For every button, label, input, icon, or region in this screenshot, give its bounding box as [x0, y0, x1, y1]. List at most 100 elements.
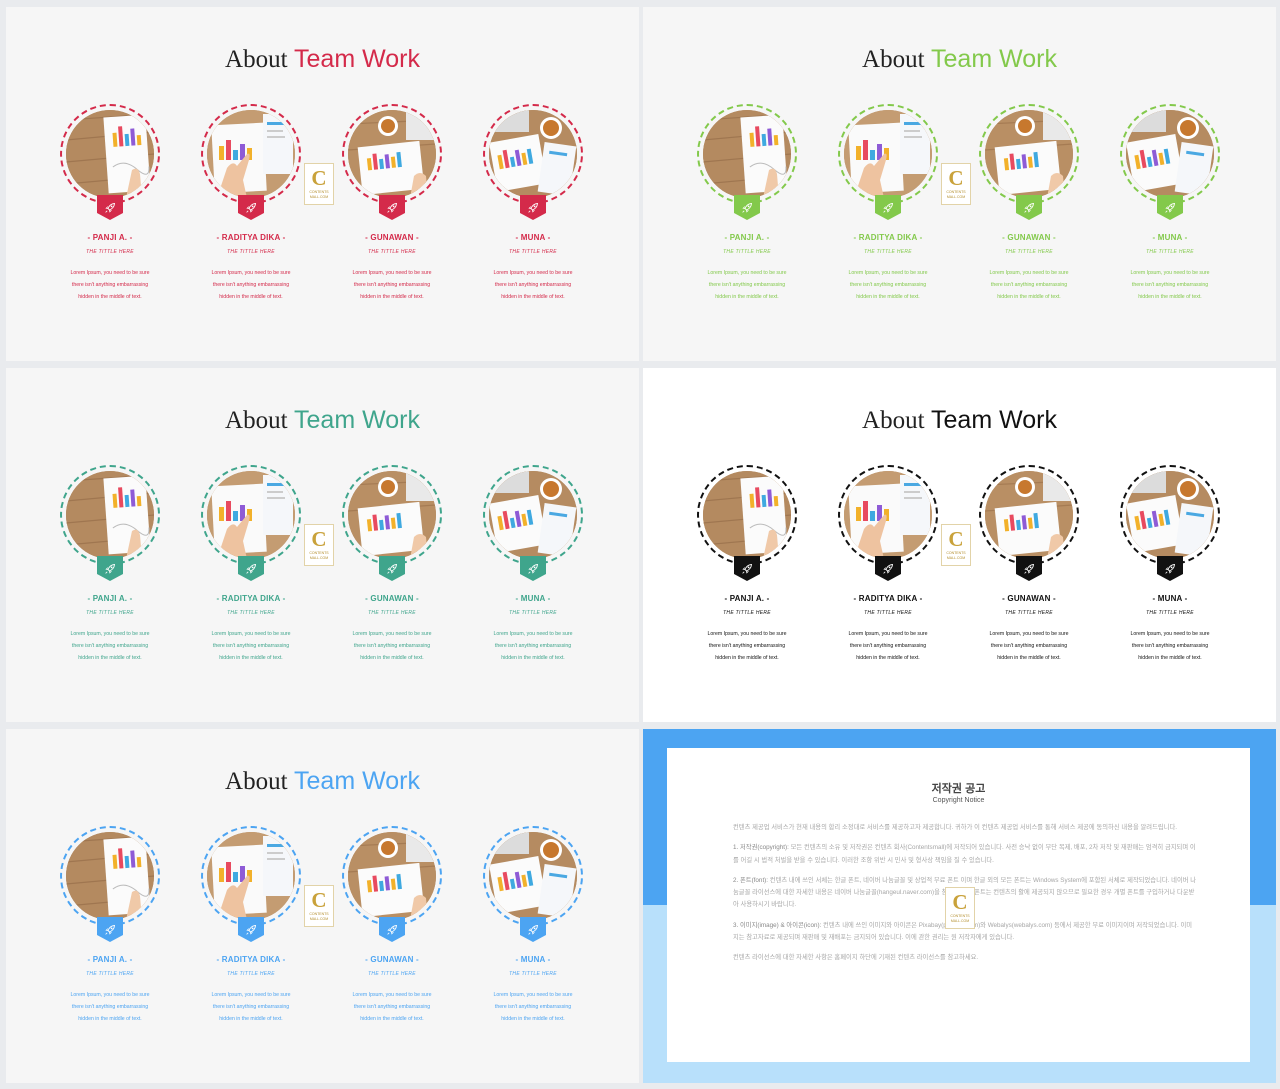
member-description: Lorem Ipsum, you need to be sure there is… [194, 628, 308, 664]
member-photo [703, 110, 791, 198]
title-about: About [862, 407, 925, 434]
desc-line: Lorem Ipsum, you need to be sure [352, 270, 432, 276]
member-name: - PANJI A. - [87, 594, 133, 603]
notice-item: 1. 저작권(copyright): 모든 컨텐츠의 소유 및 저작권은 컨텐츠… [733, 844, 1196, 864]
desc-line: there isn't anything embarrassing [212, 282, 290, 288]
member-role: THE TITTLE HERE [1146, 249, 1194, 255]
desc-line: Lorem Ipsum, you need to be sure [352, 992, 432, 998]
rocket-icon [379, 195, 405, 220]
member-name: - MUNA - [1152, 594, 1188, 603]
team-member-card: - RADITYA DIKA - THE TITTLE HERE Lorem Ips… [196, 104, 306, 314]
member-name: - MUNA - [515, 955, 551, 964]
desc-line: there isn't anything embarrassing [849, 282, 927, 288]
member-photo [66, 471, 154, 559]
desc-line: there isn't anything embarrassing [494, 1004, 572, 1010]
title-team-work: Team Work [931, 406, 1057, 434]
team-member-card: - GUNAWAN - THE TITTLE HERE Lorem Ipsum, y… [337, 465, 447, 675]
desc-line: Lorem Ipsum, you need to be sure [1130, 270, 1210, 276]
desc-line: there isn't anything embarrassing [990, 643, 1068, 649]
desc-line: Lorem Ipsum, you need to be sure [989, 270, 1069, 276]
desc-line: there isn't anything embarrassing [353, 1004, 431, 1010]
member-name: - GUNAWAN - [365, 233, 419, 242]
team-member-card: - PANJI A. - THE TITTLE HERE Lorem Ipsum, … [692, 104, 802, 314]
member-photo [703, 471, 791, 559]
desc-line: Lorem Ipsum, you need to be sure [211, 992, 291, 998]
member-role: THE TITTLE HERE [1005, 610, 1053, 616]
member-description: Lorem Ipsum, you need to be sure there is… [335, 989, 449, 1025]
member-description: Lorem Ipsum, you need to be sure there is… [53, 267, 167, 303]
desc-line: Lorem Ipsum, you need to be sure [493, 992, 573, 998]
desc-line: hidden in the middle of text. [715, 294, 779, 300]
member-role: THE TITTLE HERE [1005, 249, 1053, 255]
copyright-notice-slide[interactable]: 저작권 공고 Copyright Notice 컨텐츠 제공업 서비스가 현재 내용… [643, 729, 1276, 1083]
desc-line: hidden in the middle of text. [856, 655, 920, 661]
member-role: THE TITTLE HERE [227, 610, 275, 616]
desc-line: hidden in the middle of text. [1138, 655, 1202, 661]
desc-line: hidden in the middle of text. [1138, 294, 1202, 300]
member-description: Lorem Ipsum, you need to be sure there is… [972, 628, 1086, 664]
contents-logo: C CONTENTS MALL.COM [941, 524, 971, 566]
team-member-card: - MUNA - THE TITTLE HERE Lorem Ipsum, you … [1115, 104, 1225, 314]
team-member-card: - GUNAWAN - THE TITTLE HERE Lorem Ipsum, y… [974, 465, 1084, 675]
desc-line: hidden in the middle of text. [997, 294, 1061, 300]
member-photo [207, 110, 295, 198]
member-description: Lorem Ipsum, you need to be sure there is… [53, 989, 167, 1025]
rocket-icon [97, 195, 123, 220]
member-role: THE TITTLE HERE [86, 610, 134, 616]
rocket-icon [875, 195, 901, 220]
desc-line: Lorem Ipsum, you need to be sure [848, 631, 928, 637]
member-role: THE TITTLE HERE [864, 610, 912, 616]
member-role: THE TITTLE HERE [509, 971, 557, 977]
team-slide-2[interactable]: About Team Work - PANJI A. - THE TITTLE HE… [643, 7, 1276, 361]
member-description: Lorem Ipsum, you need to be sure there is… [194, 989, 308, 1025]
desc-line: hidden in the middle of text. [360, 655, 424, 661]
member-name: - RADITYA DIKA - [216, 955, 286, 964]
member-name: - PANJI A. - [724, 594, 770, 603]
desc-line: Lorem Ipsum, you need to be sure [707, 270, 787, 276]
member-role: THE TITTLE HERE [86, 971, 134, 977]
member-role: THE TITTLE HERE [368, 610, 416, 616]
desc-line: hidden in the middle of text. [715, 655, 779, 661]
member-description: Lorem Ipsum, you need to be sure there is… [831, 267, 945, 303]
member-description: Lorem Ipsum, you need to be sure there is… [1113, 628, 1227, 664]
desc-line: there isn't anything embarrassing [353, 643, 431, 649]
member-photo [66, 832, 154, 920]
rocket-icon [1157, 195, 1183, 220]
team-slide-5[interactable]: About Team Work - PANJI A. - THE TITTLE HE… [6, 729, 639, 1083]
member-role: THE TITTLE HERE [86, 249, 134, 255]
slide-title: About Team Work [643, 406, 1276, 435]
desc-line: there isn't anything embarrassing [494, 643, 572, 649]
member-description: Lorem Ipsum, you need to be sure there is… [53, 628, 167, 664]
rocket-icon [379, 917, 405, 942]
title-team-work: Team Work [294, 45, 420, 73]
rocket-icon [1157, 556, 1183, 581]
member-name: - RADITYA DIKA - [853, 233, 923, 242]
member-role: THE TITTLE HERE [509, 249, 557, 255]
team-member-card: - PANJI A. - THE TITTLE HERE Lorem Ipsum, … [55, 104, 165, 314]
team-slide-1[interactable]: About Team Work - PANJI A. - THE TITTLE HE… [6, 7, 639, 361]
member-photo [985, 471, 1073, 559]
desc-line: Lorem Ipsum, you need to be sure [70, 992, 150, 998]
desc-line: there isn't anything embarrassing [494, 282, 572, 288]
team-member-card: - MUNA - THE TITTLE HERE Lorem Ipsum, you … [1115, 465, 1225, 675]
member-photo [348, 832, 436, 920]
member-name: - RADITYA DIKA - [216, 233, 286, 242]
team-member-card: - RADITYA DIKA - THE TITTLE HERE Lorem Ips… [833, 104, 943, 314]
title-about: About [862, 46, 925, 73]
member-name: - MUNA - [1152, 233, 1188, 242]
member-photo [348, 471, 436, 559]
desc-line: Lorem Ipsum, you need to be sure [493, 270, 573, 276]
contents-logo: C CONTENTS MALL.COM [304, 163, 334, 205]
notice-intro: 컨텐츠 제공업 서비스가 현재 내용의 합리 소정대로 서비스를 제공하고자 제… [733, 824, 1178, 831]
title-about: About [225, 407, 288, 434]
team-slide-3[interactable]: About Team Work - PANJI A. - THE TITTLE HE… [6, 368, 639, 722]
team-member-card: - PANJI A. - THE TITTLE HERE Lorem Ipsum, … [692, 465, 802, 675]
member-name: - GUNAWAN - [1002, 594, 1056, 603]
team-slide-4[interactable]: About Team Work - PANJI A. - THE TITTLE HE… [643, 368, 1276, 722]
rocket-icon [97, 556, 123, 581]
member-description: Lorem Ipsum, you need to be sure there is… [476, 989, 590, 1025]
title-about: About [225, 46, 288, 73]
notice-subtitle: Copyright Notice [932, 797, 985, 804]
desc-line: there isn't anything embarrassing [1131, 643, 1209, 649]
desc-line: Lorem Ipsum, you need to be sure [848, 270, 928, 276]
